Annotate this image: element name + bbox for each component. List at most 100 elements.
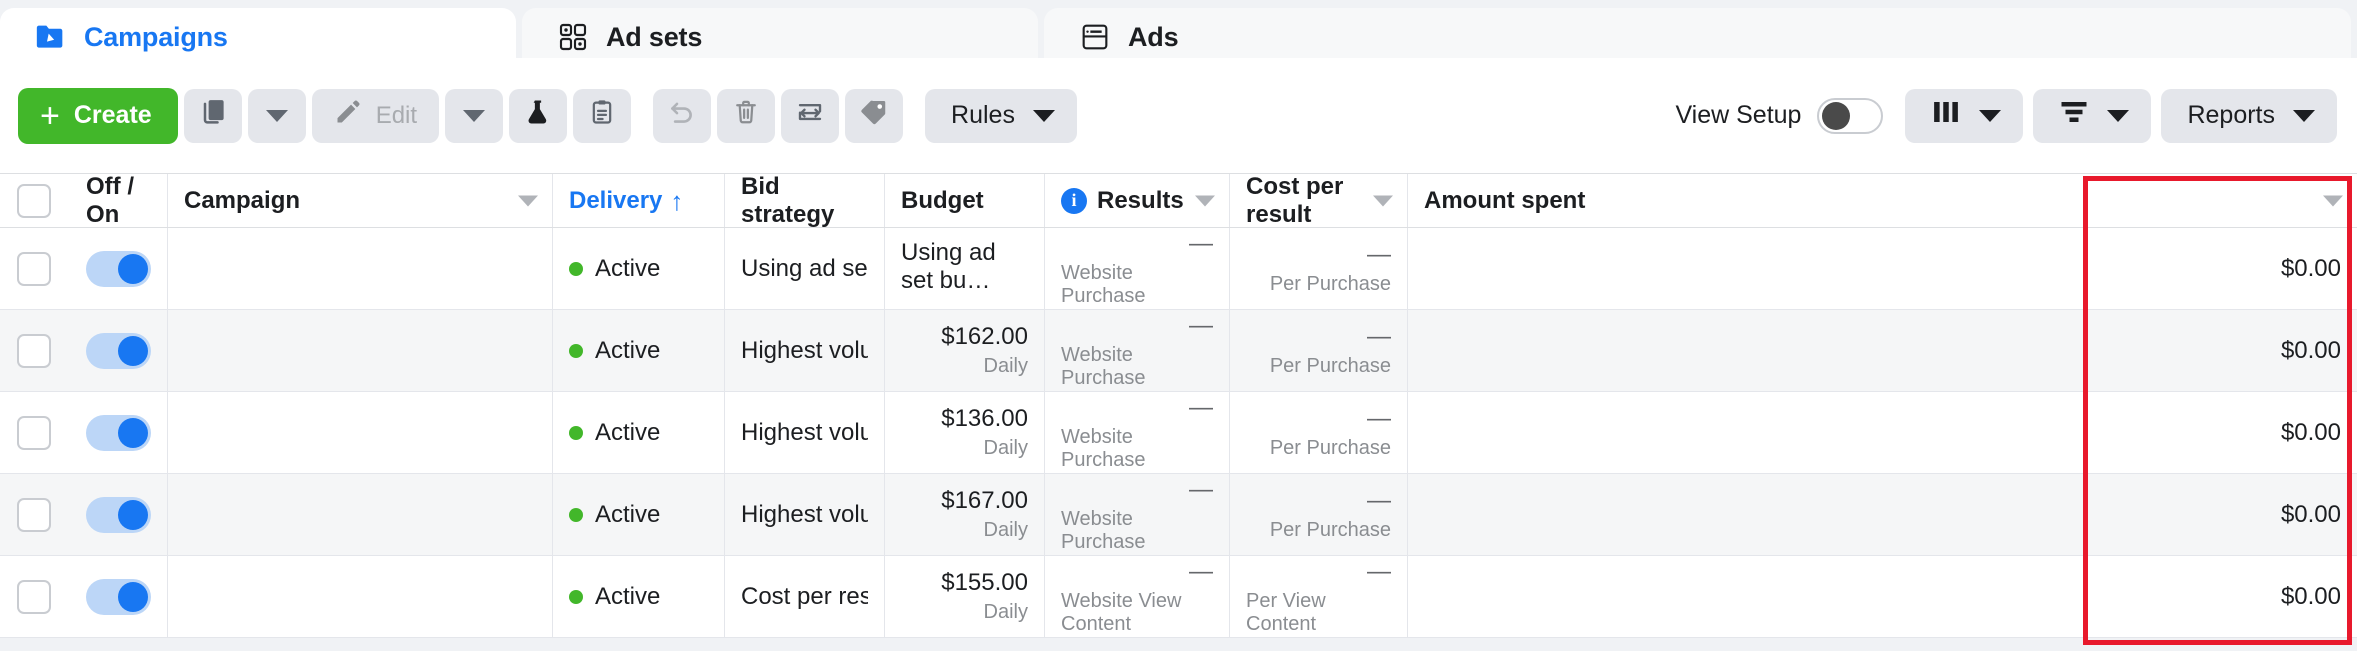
budget-period: Daily xyxy=(984,437,1028,460)
campaign-name-cell[interactable] xyxy=(168,392,553,473)
campaign-on-off-toggle[interactable] xyxy=(86,497,151,533)
column-header-delivery-label: Delivery xyxy=(569,187,662,215)
trash-icon xyxy=(732,98,760,133)
column-header-cost-per-result[interactable]: Cost per result xyxy=(1230,174,1408,227)
row-checkbox[interactable] xyxy=(17,580,51,614)
campaign-name-cell[interactable] xyxy=(168,310,553,391)
budget-period: Daily xyxy=(984,601,1028,624)
create-button-label: Create xyxy=(74,101,152,130)
row-checkbox[interactable] xyxy=(17,252,51,286)
transfer-button[interactable] xyxy=(781,89,839,143)
campaign-name-cell[interactable] xyxy=(168,228,553,309)
row-toggle-cell[interactable] xyxy=(68,392,168,473)
bid-strategy-cell: Using ad set bid… xyxy=(725,228,885,309)
table-row[interactable]: Active Highest volume $136.00 Daily — We… xyxy=(0,392,2357,474)
status-dot-active-icon xyxy=(569,262,583,276)
duplicate-dropdown-button[interactable] xyxy=(248,89,306,143)
breakdown-button[interactable] xyxy=(2033,89,2151,143)
undo-arrow-icon xyxy=(667,97,697,134)
results-stack: — Website Purchase xyxy=(1061,312,1213,390)
row-checkbox-cell[interactable] xyxy=(0,474,68,555)
bid-strategy-value: Highest volume xyxy=(741,501,868,529)
delivery-status-label: Active xyxy=(595,501,660,529)
delivery-cell: Active xyxy=(553,392,725,473)
cost-per-result-cell: — Per Purchase xyxy=(1230,474,1408,555)
column-header-campaign[interactable]: Campaign xyxy=(168,174,553,227)
chevron-down-icon[interactable] xyxy=(1195,195,1215,206)
info-icon[interactable]: i xyxy=(1061,188,1087,214)
select-all-checkbox[interactable] xyxy=(17,184,51,218)
column-header-amount-spent-label: Amount spent xyxy=(1424,187,1585,215)
status-dot-active-icon xyxy=(569,590,583,604)
tag-icon xyxy=(859,97,889,134)
ab-test-button[interactable] xyxy=(509,89,567,143)
table-row[interactable]: Active Using ad set bid… Using ad set bu… xyxy=(0,228,2357,310)
edit-dropdown-button[interactable] xyxy=(445,89,503,143)
column-header-results[interactable]: i Results xyxy=(1045,174,1230,227)
results-cell: — Website View Content xyxy=(1045,556,1230,637)
results-cell: — Website Purchase xyxy=(1045,392,1230,473)
amount-spent-value: $0.00 xyxy=(2281,255,2341,283)
cost-per-result-stack: — Per Purchase xyxy=(1246,405,1391,460)
edit-button[interactable]: Edit xyxy=(312,89,439,143)
campaigns-table: Off / On Campaign Delivery ↑ Bid strateg… xyxy=(0,173,2357,638)
column-header-bid-strategy[interactable]: Bid strategy xyxy=(725,174,885,227)
columns-button[interactable] xyxy=(1905,89,2023,143)
budget-stack: $136.00 Daily xyxy=(901,405,1028,460)
select-all-checkbox-cell[interactable] xyxy=(0,174,68,227)
create-button[interactable]: + Create xyxy=(18,88,178,144)
chevron-down-icon[interactable] xyxy=(2323,195,2343,206)
row-toggle-cell[interactable] xyxy=(68,474,168,555)
chevron-down-icon xyxy=(2293,110,2315,122)
tag-button[interactable] xyxy=(845,89,903,143)
campaign-on-off-toggle[interactable] xyxy=(86,415,151,451)
delete-button[interactable] xyxy=(717,89,775,143)
toggle-knob xyxy=(118,336,148,366)
tab-campaigns-label: Campaigns xyxy=(84,22,228,53)
duplicate-icon xyxy=(198,97,228,134)
duplicate-button[interactable] xyxy=(184,89,242,143)
row-toggle-cell[interactable] xyxy=(68,228,168,309)
view-setup-toggle[interactable] xyxy=(1817,98,1883,134)
campaign-name-cell[interactable] xyxy=(168,474,553,555)
campaign-name-cell[interactable] xyxy=(168,556,553,637)
column-header-on-off[interactable]: Off / On xyxy=(68,174,168,227)
delivery-cell: Active xyxy=(553,474,725,555)
row-checkbox-cell[interactable] xyxy=(0,228,68,309)
row-checkbox-cell[interactable] xyxy=(0,556,68,637)
results-stack: — Website Purchase xyxy=(1061,476,1213,554)
table-row[interactable]: Active Highest volume $167.00 Daily — We… xyxy=(0,474,2357,556)
row-checkbox[interactable] xyxy=(17,334,51,368)
row-toggle-cell[interactable] xyxy=(68,310,168,391)
delivery-status: Active xyxy=(569,419,660,447)
view-setup-control[interactable]: View Setup xyxy=(1675,98,1883,134)
row-checkbox-cell[interactable] xyxy=(0,310,68,391)
undo-button[interactable] xyxy=(653,89,711,143)
edit-button-label: Edit xyxy=(376,102,417,130)
table-row[interactable]: Active Highest volume $162.00 Daily — We… xyxy=(0,310,2357,392)
cost-per-result-stack: — Per Purchase xyxy=(1246,323,1391,378)
column-header-budget-label: Budget xyxy=(901,187,984,215)
reports-button[interactable]: Reports xyxy=(2161,89,2337,143)
rules-button[interactable]: Rules xyxy=(925,89,1077,143)
results-type: Website View Content xyxy=(1061,590,1213,636)
table-row[interactable]: Active Cost per result … $155.00 Daily —… xyxy=(0,556,2357,638)
chevron-down-icon[interactable] xyxy=(518,195,538,206)
campaign-on-off-toggle[interactable] xyxy=(86,251,151,287)
column-header-amount-spent[interactable]: Amount spent xyxy=(1408,174,2357,227)
delivery-cell: Active xyxy=(553,310,725,391)
reports-button-label: Reports xyxy=(2187,101,2275,130)
campaign-on-off-toggle[interactable] xyxy=(86,333,151,369)
column-header-delivery[interactable]: Delivery ↑ xyxy=(553,174,725,227)
row-checkbox[interactable] xyxy=(17,498,51,532)
column-header-budget[interactable]: Budget xyxy=(885,174,1045,227)
pencil-icon xyxy=(334,98,362,133)
row-toggle-cell[interactable] xyxy=(68,556,168,637)
chevron-down-icon[interactable] xyxy=(1373,195,1393,206)
clipboard-button[interactable] xyxy=(573,89,631,143)
bid-strategy-value: Cost per result … xyxy=(741,583,868,611)
campaign-on-off-toggle[interactable] xyxy=(86,579,151,615)
delivery-status-label: Active xyxy=(595,255,660,283)
row-checkbox[interactable] xyxy=(17,416,51,450)
row-checkbox-cell[interactable] xyxy=(0,392,68,473)
